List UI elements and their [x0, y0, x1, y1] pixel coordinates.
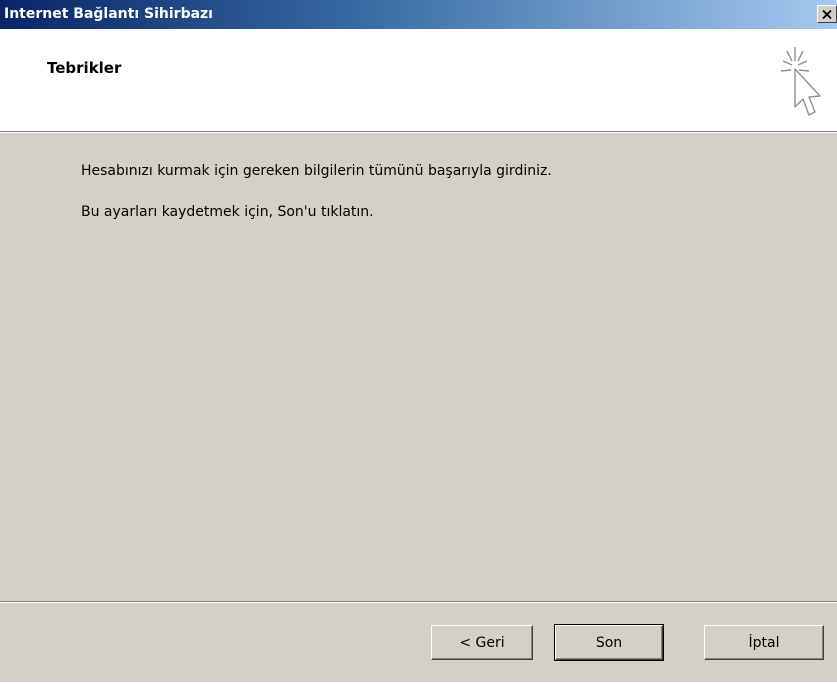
instruction-message: Bu ayarları kaydetmek için, Son'u tıklat…: [81, 204, 374, 220]
title-bar[interactable]: Internet Bağlantı Sihirbazı: [0, 0, 837, 29]
wizard-window: Internet Bağlantı Sihirbazı Tebrikler He…: [0, 0, 837, 684]
wizard-content: Hesabınızı kurmak için gereken bilgileri…: [0, 134, 837, 600]
window-title: Internet Bağlantı Sihirbazı: [4, 6, 213, 22]
page-title: Tebrikler: [47, 59, 122, 77]
button-separator: [0, 601, 837, 603]
back-button[interactable]: < Geri: [431, 625, 533, 660]
finish-button[interactable]: Son: [554, 624, 664, 661]
cancel-button[interactable]: İptal: [704, 625, 824, 660]
success-message: Hesabınızı kurmak için gereken bilgileri…: [81, 163, 552, 179]
wizard-header: Tebrikler: [0, 29, 837, 133]
close-button[interactable]: [817, 5, 837, 23]
wizard-cursor-sparkle-icon: [780, 47, 821, 116]
close-icon: [822, 9, 832, 19]
